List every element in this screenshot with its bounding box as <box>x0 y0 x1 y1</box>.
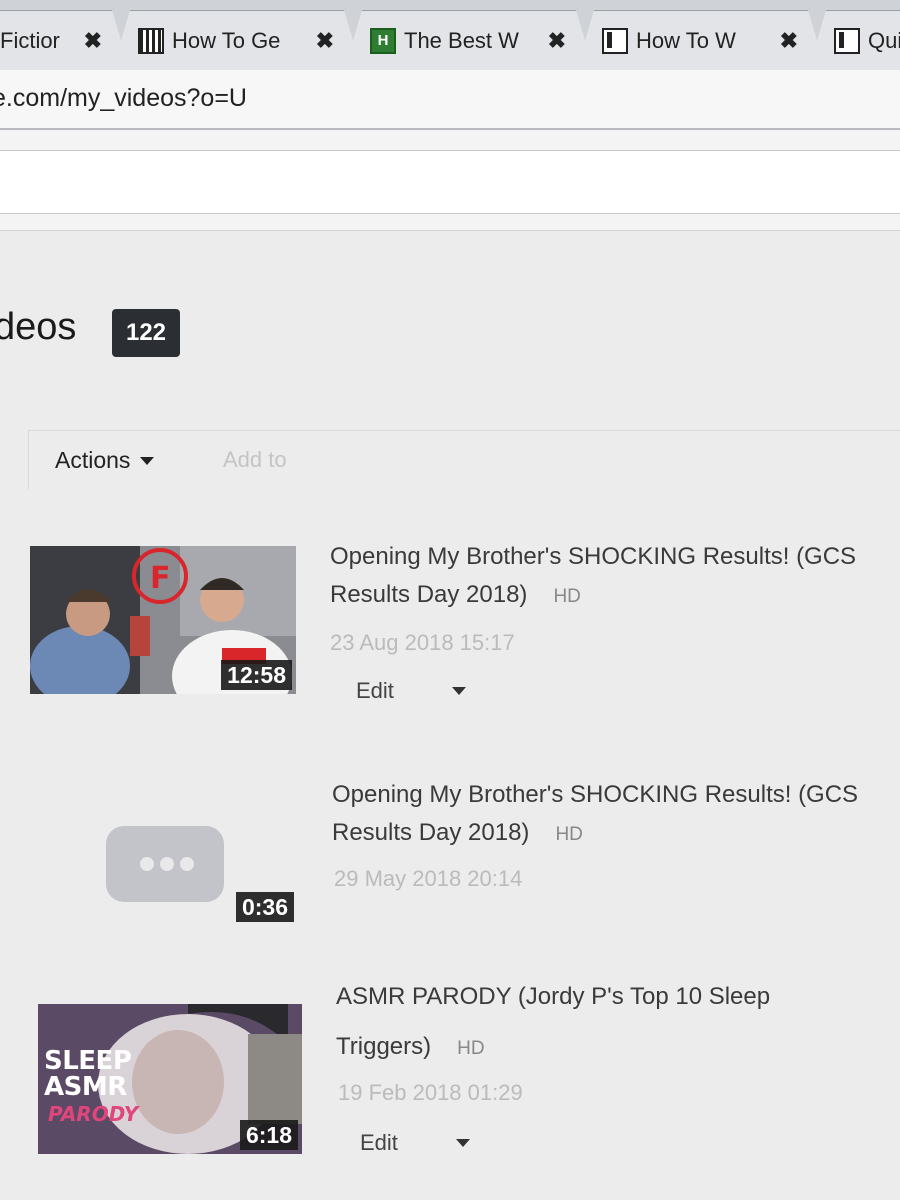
video-date: 29 May 2018 20:14 <box>334 866 523 891</box>
video-duration: 6:18 <box>239 1120 298 1150</box>
tab-title: Fictior <box>0 28 60 53</box>
video-title-line: ASMR PARODY (Jordy P's Top 10 Sleep <box>336 983 771 1010</box>
video-count-badge: 122 <box>112 309 180 357</box>
document-icon <box>602 28 628 54</box>
close-icon[interactable]: ✖ <box>84 28 102 54</box>
actions-dropdown[interactable]: Actions <box>55 447 155 474</box>
film-icon <box>138 28 164 54</box>
search-text: h <box>0 165 1 196</box>
thumbnail-caption: SLEEP ASMR <box>44 1046 132 1102</box>
tab-title: How To W <box>636 28 736 53</box>
video-title[interactable]: Opening My Brother's SHOCKING Results! (… <box>332 776 858 854</box>
edit-button[interactable]: Edit <box>356 678 466 704</box>
address-bar[interactable]: e.com/my_videos?o=U <box>0 70 900 130</box>
page-title: deos <box>0 306 77 348</box>
video-title-line: Results Day 2018) <box>332 819 530 846</box>
caret-down-icon[interactable] <box>455 1139 470 1147</box>
action-bar: Actions Add to <box>28 430 900 489</box>
browser-tab[interactable]: H The Best W ✖ <box>344 10 594 70</box>
video-title[interactable]: Opening My Brother's SHOCKING Results! (… <box>330 538 856 616</box>
add-to-button[interactable]: Add to <box>223 447 287 473</box>
document-icon <box>834 28 860 54</box>
video-duration: 0:36 <box>235 892 294 922</box>
video-title-line: Opening My Brother's SHOCKING Results! (… <box>332 781 859 808</box>
caret-down-icon <box>140 456 155 465</box>
svg-text:F: F <box>150 561 171 596</box>
video-duration: 12:58 <box>221 660 292 690</box>
video-title[interactable]: ASMR PARODY (Jordy P's Top 10 Sleep Trig… <box>336 978 770 1068</box>
close-icon[interactable]: ✖ <box>780 28 798 54</box>
h-icon: H <box>370 28 396 54</box>
close-icon[interactable]: ✖ <box>548 28 566 54</box>
video-title-line: Opening My Brother's SHOCKING Results! (… <box>330 543 857 570</box>
thumbnail-caption-line: ASMR <box>44 1072 127 1102</box>
hd-badge: HD <box>555 824 583 845</box>
tab-title: The Best W <box>404 28 519 53</box>
caret-down-icon[interactable] <box>451 687 466 695</box>
browser-tab[interactable]: Fictior ✖ <box>0 10 130 70</box>
video-title-line: Results Day 2018) <box>330 581 528 608</box>
actions-label: Actions <box>55 447 131 473</box>
edit-button[interactable]: Edit <box>360 1130 470 1156</box>
thumbnail-caption-line: SLEEP <box>44 1046 132 1076</box>
video-date: 19 Feb 2018 01:29 <box>338 1080 523 1105</box>
video-thumbnail[interactable]: SLEEP ASMR PARODY 6:18 <box>38 1004 302 1154</box>
browser-tab[interactable]: How To Ge ✖ <box>112 10 362 70</box>
tab-title: Quiz <box>868 28 900 53</box>
hd-badge: HD <box>553 586 581 607</box>
site-header: h <box>0 130 900 231</box>
video-title-line: Triggers) <box>336 1033 432 1060</box>
browser-tab[interactable]: Quiz <box>808 10 900 70</box>
hd-badge: HD <box>457 1038 485 1059</box>
video-thumbnail[interactable]: F 12:58 <box>30 546 296 694</box>
edit-label: Edit <box>360 1130 398 1155</box>
thumbnail-caption-parody: PARODY <box>48 1102 139 1126</box>
browser-tab[interactable]: How To W ✖ <box>576 10 826 70</box>
video-date: 23 Aug 2018 15:17 <box>330 630 515 655</box>
video-thumbnail[interactable]: 0:36 <box>100 780 298 926</box>
search-input[interactable]: h <box>0 150 900 214</box>
close-icon[interactable]: ✖ <box>316 28 334 54</box>
browser-tab-strip: Fictior ✖ How To Ge ✖ H The Best W ✖ How… <box>0 0 900 70</box>
url-text[interactable]: e.com/my_videos?o=U <box>0 84 247 113</box>
tab-title: How To Ge <box>172 28 281 53</box>
edit-label: Edit <box>356 678 394 703</box>
processing-placeholder-icon <box>106 826 224 902</box>
